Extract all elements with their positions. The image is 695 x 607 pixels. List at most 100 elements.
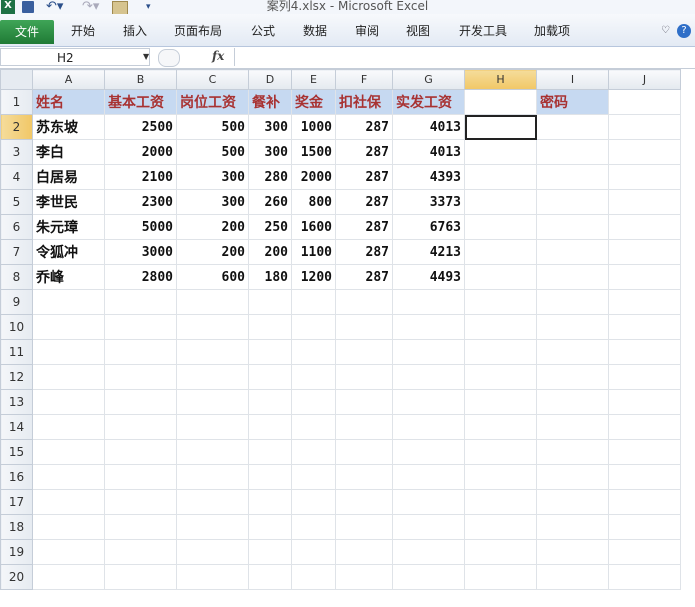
cell-h18[interactable]: [464, 514, 537, 540]
row-header-12[interactable]: 12: [0, 364, 33, 390]
cell-f3[interactable]: 287: [335, 139, 393, 165]
cell-j1[interactable]: [608, 89, 681, 115]
cell-f19[interactable]: [335, 539, 393, 565]
cell-f17[interactable]: [335, 489, 393, 515]
cell-c4[interactable]: 300: [176, 164, 249, 190]
cell-a15[interactable]: [32, 439, 105, 465]
cell-c6[interactable]: 200: [176, 214, 249, 240]
cell-b13[interactable]: [104, 389, 177, 415]
cell-b12[interactable]: [104, 364, 177, 390]
cell-c5[interactable]: 300: [176, 189, 249, 215]
cell-i20[interactable]: [536, 564, 609, 590]
cell-d3[interactable]: 300: [248, 139, 292, 165]
cell-h16[interactable]: [464, 464, 537, 490]
cell-h17[interactable]: [464, 489, 537, 515]
cell-a10[interactable]: [32, 314, 105, 340]
cell-h10[interactable]: [464, 314, 537, 340]
column-header-c[interactable]: C: [176, 69, 249, 90]
cell-e13[interactable]: [291, 389, 336, 415]
row-header-16[interactable]: 16: [0, 464, 33, 490]
cell-a11[interactable]: [32, 339, 105, 365]
tab-developer[interactable]: 开发工具: [459, 22, 507, 39]
cell-i9[interactable]: [536, 289, 609, 315]
cell-a13[interactable]: [32, 389, 105, 415]
row-header-14[interactable]: 14: [0, 414, 33, 440]
cell-a18[interactable]: [32, 514, 105, 540]
row-header-11[interactable]: 11: [0, 339, 33, 365]
cell-b8[interactable]: 2800: [104, 264, 177, 290]
cell-c18[interactable]: [176, 514, 249, 540]
cell-c20[interactable]: [176, 564, 249, 590]
cell-i12[interactable]: [536, 364, 609, 390]
cell-i10[interactable]: [536, 314, 609, 340]
cell-g13[interactable]: [392, 389, 465, 415]
cell-g15[interactable]: [392, 439, 465, 465]
cell-f5[interactable]: 287: [335, 189, 393, 215]
cell-j12[interactable]: [608, 364, 681, 390]
cell-b3[interactable]: 2000: [104, 139, 177, 165]
row-header-19[interactable]: 19: [0, 539, 33, 565]
cell-a12[interactable]: [32, 364, 105, 390]
cell-b11[interactable]: [104, 339, 177, 365]
cell-e1[interactable]: 奖金: [291, 89, 336, 115]
row-header-1[interactable]: 1: [0, 89, 33, 115]
select-all-corner[interactable]: [0, 69, 33, 90]
cell-b16[interactable]: [104, 464, 177, 490]
cell-b15[interactable]: [104, 439, 177, 465]
row-header-5[interactable]: 5: [0, 189, 33, 215]
cell-g9[interactable]: [392, 289, 465, 315]
cell-f9[interactable]: [335, 289, 393, 315]
cell-h1[interactable]: [464, 89, 537, 115]
name-box[interactable]: H2: [0, 48, 150, 66]
cell-i11[interactable]: [536, 339, 609, 365]
cell-b9[interactable]: [104, 289, 177, 315]
cell-b20[interactable]: [104, 564, 177, 590]
cell-e9[interactable]: [291, 289, 336, 315]
cell-g18[interactable]: [392, 514, 465, 540]
cell-g6[interactable]: 6763: [392, 214, 465, 240]
cell-h8[interactable]: [464, 264, 537, 290]
cell-a17[interactable]: [32, 489, 105, 515]
cell-j19[interactable]: [608, 539, 681, 565]
cell-g12[interactable]: [392, 364, 465, 390]
cell-j3[interactable]: [608, 139, 681, 165]
cell-c14[interactable]: [176, 414, 249, 440]
tab-insert[interactable]: 插入: [123, 22, 147, 39]
cell-i13[interactable]: [536, 389, 609, 415]
column-header-i[interactable]: I: [536, 69, 609, 90]
row-header-17[interactable]: 17: [0, 489, 33, 515]
cell-c12[interactable]: [176, 364, 249, 390]
cell-c8[interactable]: 600: [176, 264, 249, 290]
cell-b7[interactable]: 3000: [104, 239, 177, 265]
cell-c13[interactable]: [176, 389, 249, 415]
cell-d2[interactable]: 300: [248, 114, 292, 140]
cell-g19[interactable]: [392, 539, 465, 565]
cell-c9[interactable]: [176, 289, 249, 315]
cell-f20[interactable]: [335, 564, 393, 590]
formula-input[interactable]: [234, 48, 695, 66]
row-header-4[interactable]: 4: [0, 164, 33, 190]
row-header-8[interactable]: 8: [0, 264, 33, 290]
column-header-e[interactable]: E: [291, 69, 336, 90]
cell-j14[interactable]: [608, 414, 681, 440]
cell-j18[interactable]: [608, 514, 681, 540]
column-header-h[interactable]: H: [464, 69, 537, 90]
cell-d19[interactable]: [248, 539, 292, 565]
cell-i5[interactable]: [536, 189, 609, 215]
tab-formulas[interactable]: 公式: [251, 22, 275, 39]
cell-i14[interactable]: [536, 414, 609, 440]
cell-b17[interactable]: [104, 489, 177, 515]
cell-a6[interactable]: 朱元璋: [32, 214, 105, 240]
cell-c15[interactable]: [176, 439, 249, 465]
column-header-f[interactable]: F: [335, 69, 393, 90]
cell-b6[interactable]: 5000: [104, 214, 177, 240]
cell-e18[interactable]: [291, 514, 336, 540]
row-header-13[interactable]: 13: [0, 389, 33, 415]
tab-page-layout[interactable]: 页面布局: [174, 22, 222, 39]
cell-i17[interactable]: [536, 489, 609, 515]
cell-f12[interactable]: [335, 364, 393, 390]
cell-j5[interactable]: [608, 189, 681, 215]
cell-i18[interactable]: [536, 514, 609, 540]
cell-e4[interactable]: 2000: [291, 164, 336, 190]
cell-c3[interactable]: 500: [176, 139, 249, 165]
